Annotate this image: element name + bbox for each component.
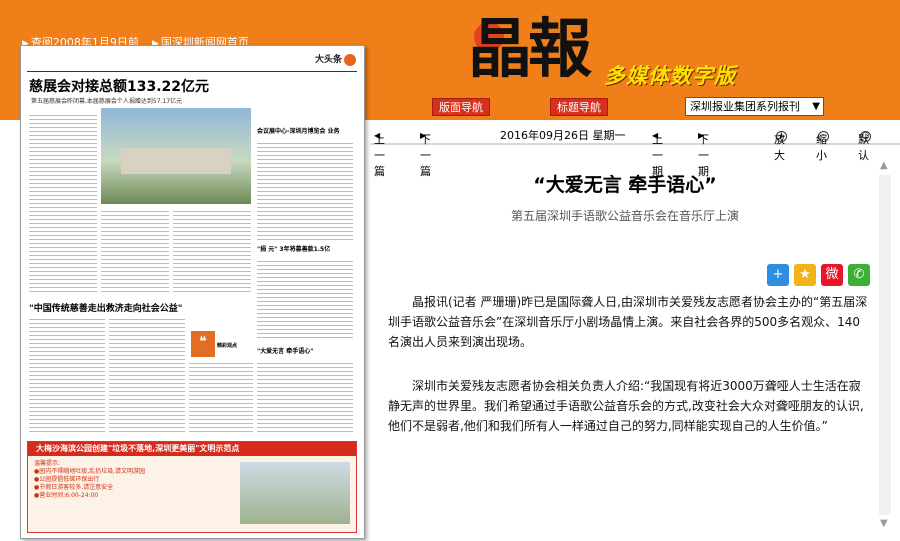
advert-line: ●节假日游客较多,请注意安全 bbox=[34, 484, 114, 491]
newspaper-page-thumbnail[interactable]: 大头条 慈展会对接总额133.22亿元 第五届慈展会昨闭幕,本届慈展会个人捐赠达… bbox=[20, 45, 365, 539]
paper-text-column bbox=[29, 112, 97, 292]
advert-image bbox=[240, 462, 350, 524]
paper-text-column bbox=[101, 208, 169, 292]
paper-advert[interactable]: 大梅沙海滨公园创建"垃圾不落地,深圳更美丽"文明示范点 温馨提示: ●园内不得随… bbox=[27, 441, 357, 533]
paper-text-column bbox=[257, 360, 353, 434]
paper-text-column bbox=[257, 140, 353, 240]
weibo-icon[interactable]: 微 bbox=[821, 264, 843, 286]
wechat-icon[interactable]: ✆ bbox=[848, 264, 870, 286]
favorite-star-icon[interactable]: ★ bbox=[794, 264, 816, 286]
paper-section-badge: 大头条 bbox=[315, 52, 356, 66]
paper-quote-label: 精彩观点 bbox=[217, 343, 238, 349]
layout-nav-button[interactable]: 版面导航 bbox=[432, 98, 490, 116]
minus-icon: − bbox=[818, 131, 829, 142]
site-logo[interactable]: 晶報 bbox=[468, 14, 592, 86]
scroll-up-icon[interactable]: ▲ bbox=[880, 160, 888, 171]
article-paragraph: 深圳市关爱残友志愿者协会相关负责人介绍:“我国现有将近3000万聋哑人士生活在寂… bbox=[388, 379, 864, 433]
triangle-right-icon: ▶ bbox=[420, 131, 427, 140]
newspaper-series-select[interactable]: 深圳报业集团系列报刊 ▼ bbox=[685, 97, 824, 116]
quote-mark-icon: ❝ bbox=[191, 331, 215, 357]
vertical-scrollbar[interactable] bbox=[879, 175, 891, 515]
badge-dot-icon bbox=[344, 53, 356, 66]
paper-side-head[interactable]: 会议展中心-深圳月博览会 业务 bbox=[257, 126, 340, 135]
issue-date: 2016年09月26日 星期一 bbox=[500, 129, 626, 142]
paper-photo bbox=[101, 108, 251, 204]
select-value: 深圳报业集团系列报刊 bbox=[690, 100, 800, 113]
article-paragraph: 晶报讯(记者 严珊珊)昨已是国际聋人日,由深圳市关爱残友志愿者协会主办的“第五届… bbox=[388, 295, 868, 349]
paper-text-column bbox=[189, 360, 253, 434]
advert-line: 温馨提示: bbox=[34, 460, 61, 467]
paper-text-column bbox=[109, 316, 185, 434]
paper-page-header bbox=[27, 52, 357, 72]
site-tagline: 多媒体数字版 bbox=[604, 64, 736, 88]
title-nav-button[interactable]: 标题导航 bbox=[550, 98, 608, 116]
article-title: “大爱无言 牵手语心” bbox=[533, 174, 717, 196]
advert-line: ●营业时间:6:00-24:00 bbox=[34, 492, 99, 499]
paper-headline[interactable]: 慈展会对接总额133.22亿元 bbox=[29, 76, 209, 96]
paper-subhead: 第五届慈展会昨闭幕,本届慈展会个人捐赠达到57.17亿元 bbox=[31, 98, 183, 105]
advert-title: 大梅沙海滨公园创建"垃圾不落地,深圳更美丽"文明示范点 bbox=[28, 442, 356, 456]
triangle-right-icon: ▶ bbox=[698, 131, 705, 140]
plus-icon: + bbox=[776, 131, 787, 142]
advert-line: ●园内不得随地吐痰,乱扔垃圾,请文明游园 bbox=[34, 468, 146, 475]
paper-small-head[interactable]: "大爱无言 牵手语心" bbox=[257, 346, 313, 355]
scroll-down-icon[interactable]: ▼ bbox=[880, 518, 888, 529]
article-subtitle: 第五届深圳手语歌公益音乐会在音乐厅上演 bbox=[510, 209, 739, 223]
add-share-icon[interactable]: + bbox=[767, 264, 789, 286]
reset-icon: ○ bbox=[860, 131, 871, 142]
paper-second-headline[interactable]: "中国传统慈善走出救济走向社会公益" bbox=[29, 301, 182, 314]
paper-text-column bbox=[173, 208, 251, 292]
paper-text-column bbox=[29, 316, 105, 434]
article-toolbar: ◀ 上一篇 下一篇 ▶ 2016年09月26日 星期一 ◀ 上一期 下一期 ▶ 放大 + … bbox=[370, 123, 900, 178]
chevron-down-icon: ▼ bbox=[812, 101, 820, 112]
paper-text-column bbox=[257, 258, 353, 338]
advert-body: 温馨提示: ●园内不得随地吐痰,乱扔垃圾,请文明游园 ●公园提倡低碳环保出行 ●… bbox=[34, 460, 145, 500]
paper-mid-head[interactable]: "捐 元" 3年将募善款1.5亿 bbox=[257, 244, 330, 253]
advert-line: ●公园提倡低碳环保出行 bbox=[34, 476, 100, 483]
